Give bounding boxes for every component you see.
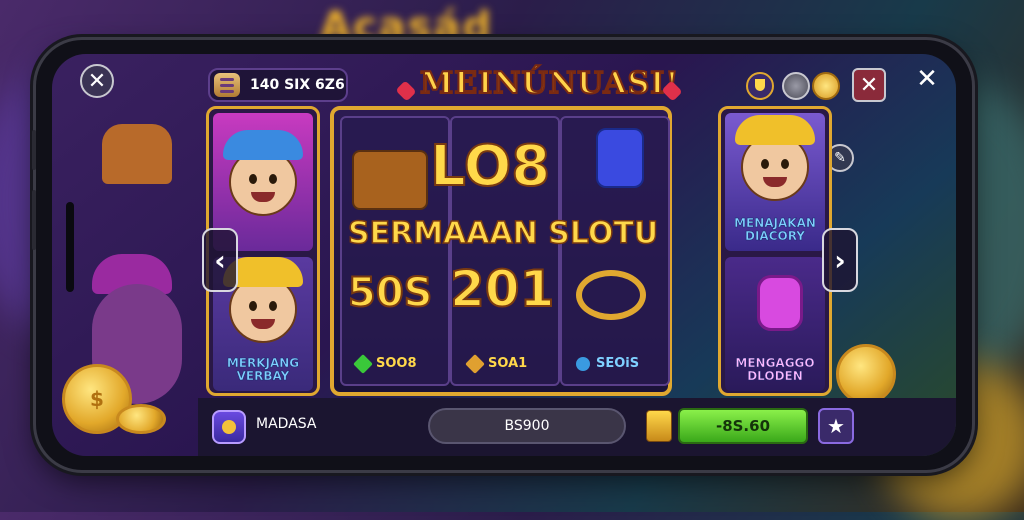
bottom-bar: MADASA BS900 -8S.60 ★ bbox=[198, 398, 956, 456]
treasure-chest-icon bbox=[352, 150, 428, 210]
coin-balance-text: 140 SIX 6Z6 bbox=[250, 77, 345, 93]
character-label: MENGAGGO DLODEN bbox=[735, 355, 815, 383]
prize-item: SEOiS bbox=[576, 356, 639, 371]
gear-icon[interactable] bbox=[782, 72, 810, 100]
coin-icon[interactable] bbox=[812, 72, 840, 100]
letter-badge-icon bbox=[757, 275, 803, 331]
character-tile[interactable]: MENAJAKAN DIACORY bbox=[725, 113, 825, 251]
close-icon: ✕ bbox=[916, 64, 938, 94]
gold-bar-icon bbox=[465, 353, 485, 374]
green-gem-icon bbox=[353, 353, 373, 374]
character-face bbox=[735, 115, 815, 201]
blue-gem-icon bbox=[576, 356, 590, 371]
star-button[interactable]: ★ bbox=[818, 408, 854, 444]
game-title: MEINÚNUASI! bbox=[419, 65, 680, 102]
top-bar: 140 SIX 6Z6 MEINÚNUASI! ✕ bbox=[198, 64, 946, 108]
next-button[interactable]: › bbox=[822, 228, 858, 292]
balance-display: BS900 bbox=[428, 408, 626, 444]
character-label: MERKJANG VERBAY bbox=[226, 355, 300, 383]
close-icon: ✕ bbox=[87, 68, 107, 94]
phone-side-button bbox=[32, 190, 36, 250]
coin-stack-icon bbox=[646, 410, 672, 442]
star-icon: ★ bbox=[827, 414, 845, 438]
balance-text: BS900 bbox=[504, 418, 550, 434]
character-tile[interactable]: MENGAGGO DLODEN bbox=[725, 257, 825, 391]
heart-icon bbox=[395, 80, 417, 102]
character-face bbox=[223, 257, 303, 343]
profile-icon[interactable] bbox=[212, 410, 246, 444]
bet-value: -8S.60 bbox=[715, 417, 771, 435]
slot-reels: MERKJANG VERBAY LO8 SERMAAAN SLOTU 50S 2… bbox=[206, 106, 832, 396]
player-name: MADASA bbox=[256, 416, 317, 432]
close-right-button[interactable]: ✕ bbox=[852, 68, 886, 102]
prize-label: SOO8 bbox=[376, 356, 417, 371]
phone-side-button bbox=[32, 130, 36, 170]
game-screen: $ ✕ 140 SIX 6Z6 MEINÚNUASI! ✕ ✎ MERKJANG… bbox=[52, 54, 956, 456]
reel-number-right: 201 bbox=[449, 259, 555, 319]
gold-coin-icon bbox=[836, 344, 896, 404]
close-left-button[interactable]: ✕ bbox=[80, 64, 114, 98]
character-face bbox=[223, 130, 303, 216]
reel-right-column: MENAJAKAN DIACORY MENGAGGO DLODEN bbox=[718, 106, 832, 396]
reel-number-left: 50S bbox=[347, 269, 433, 317]
prize-label: SEOiS bbox=[596, 356, 640, 371]
reel-big-word: LO8 bbox=[429, 133, 551, 200]
prize-item: SOO8 bbox=[353, 353, 417, 374]
close-icon: ✕ bbox=[859, 72, 879, 98]
prize-label: SOA1 bbox=[488, 356, 528, 371]
chevron-left-icon: ‹ bbox=[214, 243, 226, 277]
menu-icon[interactable] bbox=[214, 73, 240, 97]
chevron-right-icon: › bbox=[834, 243, 846, 277]
bet-button[interactable]: -8S.60 bbox=[678, 408, 808, 444]
gold-coin-icon bbox=[116, 404, 166, 434]
prize-item: SOA1 bbox=[465, 353, 528, 374]
phone-frame: $ ✕ 140 SIX 6Z6 MEINÚNUASI! ✕ ✎ MERKJANG… bbox=[32, 40, 972, 470]
character-label: MENAJAKAN DIACORY bbox=[734, 215, 816, 243]
potion-icon bbox=[596, 128, 644, 188]
reel-subtitle: SERMAAAN SLOTU bbox=[347, 215, 659, 252]
trophy-icon[interactable] bbox=[746, 72, 774, 100]
previous-button[interactable]: ‹ bbox=[202, 228, 238, 292]
close-outer-button[interactable]: ✕ bbox=[912, 64, 942, 94]
coin-balance[interactable]: 140 SIX 6Z6 bbox=[208, 68, 348, 102]
reel-center: LO8 SERMAAAN SLOTU 50S 201 SOO8 SOA1 SEO… bbox=[330, 106, 672, 396]
golden-key-icon bbox=[576, 270, 646, 320]
